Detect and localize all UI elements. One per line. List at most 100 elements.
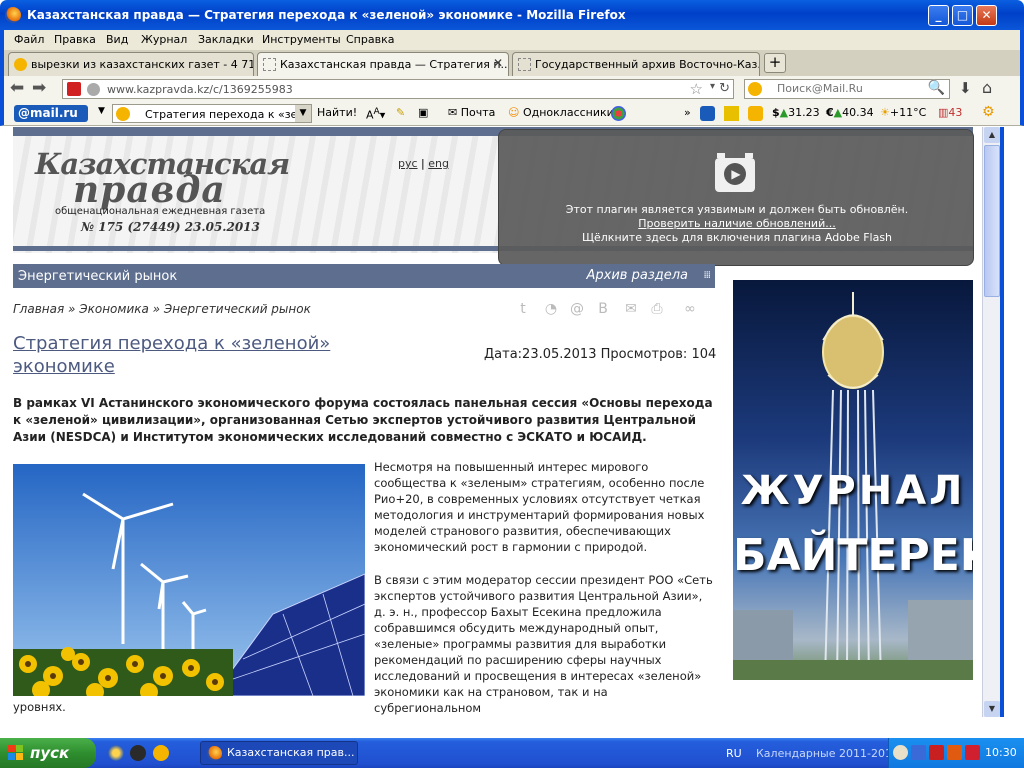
bookmark-star-icon[interactable]: ☆	[690, 80, 703, 98]
title-bar: Казахстанская правда — Стратегия переход…	[0, 0, 1024, 30]
article-title[interactable]: Стратегия перехода к «зеленой» экономике	[13, 332, 393, 378]
scroll-down-icon[interactable]: ▼	[984, 701, 1000, 717]
menu-help[interactable]: Справка	[346, 33, 394, 46]
font-size-icon[interactable]: AA▾	[366, 106, 385, 122]
article-lead: В рамках VI Астанинского экономического …	[13, 396, 713, 444]
lang-en-link[interactable]: eng	[428, 157, 449, 170]
bag-icon[interactable]	[748, 106, 763, 121]
taskbar-firefox-window[interactable]: Казахстанская прав...	[200, 741, 358, 765]
ad-title: БАЙТЕРЕК	[733, 530, 973, 581]
search-bar[interactable]: 🔍	[744, 79, 950, 99]
menu-bookmarks[interactable]: Закладки	[198, 33, 254, 46]
usd-rate[interactable]: $▲31.23	[772, 106, 820, 119]
music-icon[interactable]	[724, 106, 739, 121]
language-indicator[interactable]: RU	[726, 747, 742, 760]
enable-flash-text[interactable]: Щёлкните здесь для включения плагина Ado…	[499, 231, 975, 244]
settings-gear-icon[interactable]: ⚙	[982, 104, 995, 120]
menu-file[interactable]: Файл	[14, 33, 44, 46]
mailru-search-field[interactable]: Стратегия перехода к «зеле ▼	[112, 104, 312, 123]
search-engine-icon[interactable]	[748, 82, 762, 96]
rss-icon[interactable]: ◔	[542, 300, 560, 318]
close-button[interactable]: ✕	[976, 5, 997, 26]
url-text[interactable]: www.kazpravda.kz/c/1369255983	[107, 83, 293, 96]
tray-antivirus-icon[interactable]	[965, 745, 980, 760]
minimize-button[interactable]: _	[928, 5, 949, 26]
breadcrumb[interactable]: Главная » Экономика » Энергетический рын…	[13, 302, 311, 316]
flash-plugin-overlay[interactable]: ▶ Этот плагин является уязвимым и должен…	[498, 129, 974, 266]
envelope-icon[interactable]: ✉	[622, 300, 640, 318]
tray-pdf-icon[interactable]	[929, 745, 944, 760]
forward-icon[interactable]: ➡	[32, 79, 46, 97]
menu-bar: Файл Правка Вид Журнал Закладки Инструме…	[0, 30, 1024, 50]
section-archive-link[interactable]: Архив раздела	[587, 268, 688, 283]
scroll-up-icon[interactable]: ▲	[984, 127, 1000, 143]
new-tab-button[interactable]: +	[764, 53, 786, 73]
mailru-logo[interactable]: @mail.ru	[14, 105, 88, 122]
traffic-value: 43	[948, 106, 963, 119]
menu-history[interactable]: Журнал	[141, 33, 187, 46]
search-input[interactable]	[777, 82, 927, 95]
tray-chevron-icon[interactable]	[893, 745, 908, 760]
download-icon[interactable]: ⬇	[959, 79, 972, 97]
glasses-icon[interactable]: ∞	[676, 300, 704, 318]
mailru-icon[interactable]	[700, 106, 715, 121]
menu-tools[interactable]: Инструменты	[262, 33, 341, 46]
vertical-scrollbar[interactable]: ▲ ▼	[982, 127, 1000, 717]
mailru-menu-icon[interactable]: ▼	[98, 106, 105, 116]
lang-ru-link[interactable]: рус	[398, 157, 418, 170]
traffic[interactable]: ▥43	[938, 106, 962, 119]
mailru-search-dropdown-icon[interactable]: ▼	[295, 105, 311, 122]
tab-kazpravda[interactable]: Казахстанская правда — Стратегия п... ✕	[257, 52, 509, 77]
play-icon[interactable]: ▶	[724, 163, 746, 185]
tab-newspaper-clippings[interactable]: вырезки из казахстанских газет - 4 71...	[8, 52, 254, 76]
twitter-icon[interactable]: t	[514, 300, 532, 318]
tab-state-archive[interactable]: Государственный архив Восточно-Каз...	[512, 52, 760, 76]
section-title: Энергетический рынок	[18, 269, 178, 284]
article-paragraph-2-end: уровнях.	[13, 700, 66, 714]
mailru-search-value[interactable]: Стратегия перехода к «зеле	[145, 108, 311, 121]
odnoklassniki-label: Одноклассники	[522, 106, 614, 119]
quicklaunch-agent-icon[interactable]	[130, 745, 146, 761]
tab-bar: вырезки из казахстанских газет - 4 71...…	[0, 50, 1024, 77]
odnoklassniki-icon: ☺	[508, 106, 520, 119]
weather[interactable]: ☀+11°C	[880, 106, 926, 119]
scroll-thumb[interactable]	[984, 145, 1000, 297]
flash-warning-text: Этот плагин является уязвимым и должен б…	[565, 203, 909, 216]
menu-view[interactable]: Вид	[106, 33, 128, 46]
back-icon[interactable]: ⬅	[10, 79, 24, 97]
mail-link[interactable]: ✉ Почта	[448, 106, 495, 119]
maximize-button[interactable]: □	[952, 5, 973, 26]
quicklaunch-mailru-icon[interactable]	[153, 745, 169, 761]
calendar-toolbar-label[interactable]: Календарные 2011-2012	[756, 747, 899, 760]
odnoklassniki-link[interactable]: ☺ Одноклассники	[508, 106, 614, 119]
reload-icon[interactable]: ↻	[719, 81, 730, 96]
home-icon[interactable]: ⌂	[982, 78, 992, 97]
firefox-icon	[5, 7, 21, 23]
check-updates-link[interactable]: Проверить наличие обновлений...	[499, 217, 975, 230]
tray-network-icon[interactable]	[911, 745, 926, 760]
menu-edit[interactable]: Правка	[54, 33, 96, 46]
tab-close-icon[interactable]: ✕	[493, 56, 503, 70]
url-dropdown-icon[interactable]: ▾	[710, 81, 715, 92]
url-bar[interactable]: www.kazpravda.kz/c/1369255983 ☆ ▾ ↻	[62, 79, 734, 99]
site-logo-line2[interactable]: правда	[73, 169, 226, 211]
eur-rate[interactable]: €▲40.34	[826, 106, 874, 119]
start-button[interactable]: пуск	[0, 738, 96, 768]
vkontakte-icon[interactable]: B	[594, 300, 612, 318]
baiterek-magazine-ad[interactable]: ЖУРНАЛ БАЙТЕРЕК	[733, 280, 973, 680]
language-switch: рус | eng	[398, 157, 449, 170]
tray-flash-icon[interactable]	[947, 745, 962, 760]
page-view-icon[interactable]: ▣	[418, 106, 428, 119]
mailru-find-button[interactable]: Найти!	[317, 106, 357, 119]
highlight-icon[interactable]: ✎	[396, 106, 405, 119]
clock: 10:30	[985, 746, 1017, 759]
more-chevron-icon[interactable]: »	[684, 106, 691, 119]
quicklaunch-messenger-icon[interactable]	[108, 745, 124, 761]
globe-icon	[87, 83, 100, 96]
grid-icon[interactable]: ⁞⁞⁞	[703, 270, 710, 281]
email-at-icon[interactable]: @	[568, 300, 586, 318]
print-icon[interactable]: ⎙	[648, 300, 666, 318]
search-icon[interactable]: 🔍	[928, 80, 945, 96]
games-icon[interactable]	[611, 106, 626, 121]
eur-rate-value: 40.34	[842, 106, 874, 119]
